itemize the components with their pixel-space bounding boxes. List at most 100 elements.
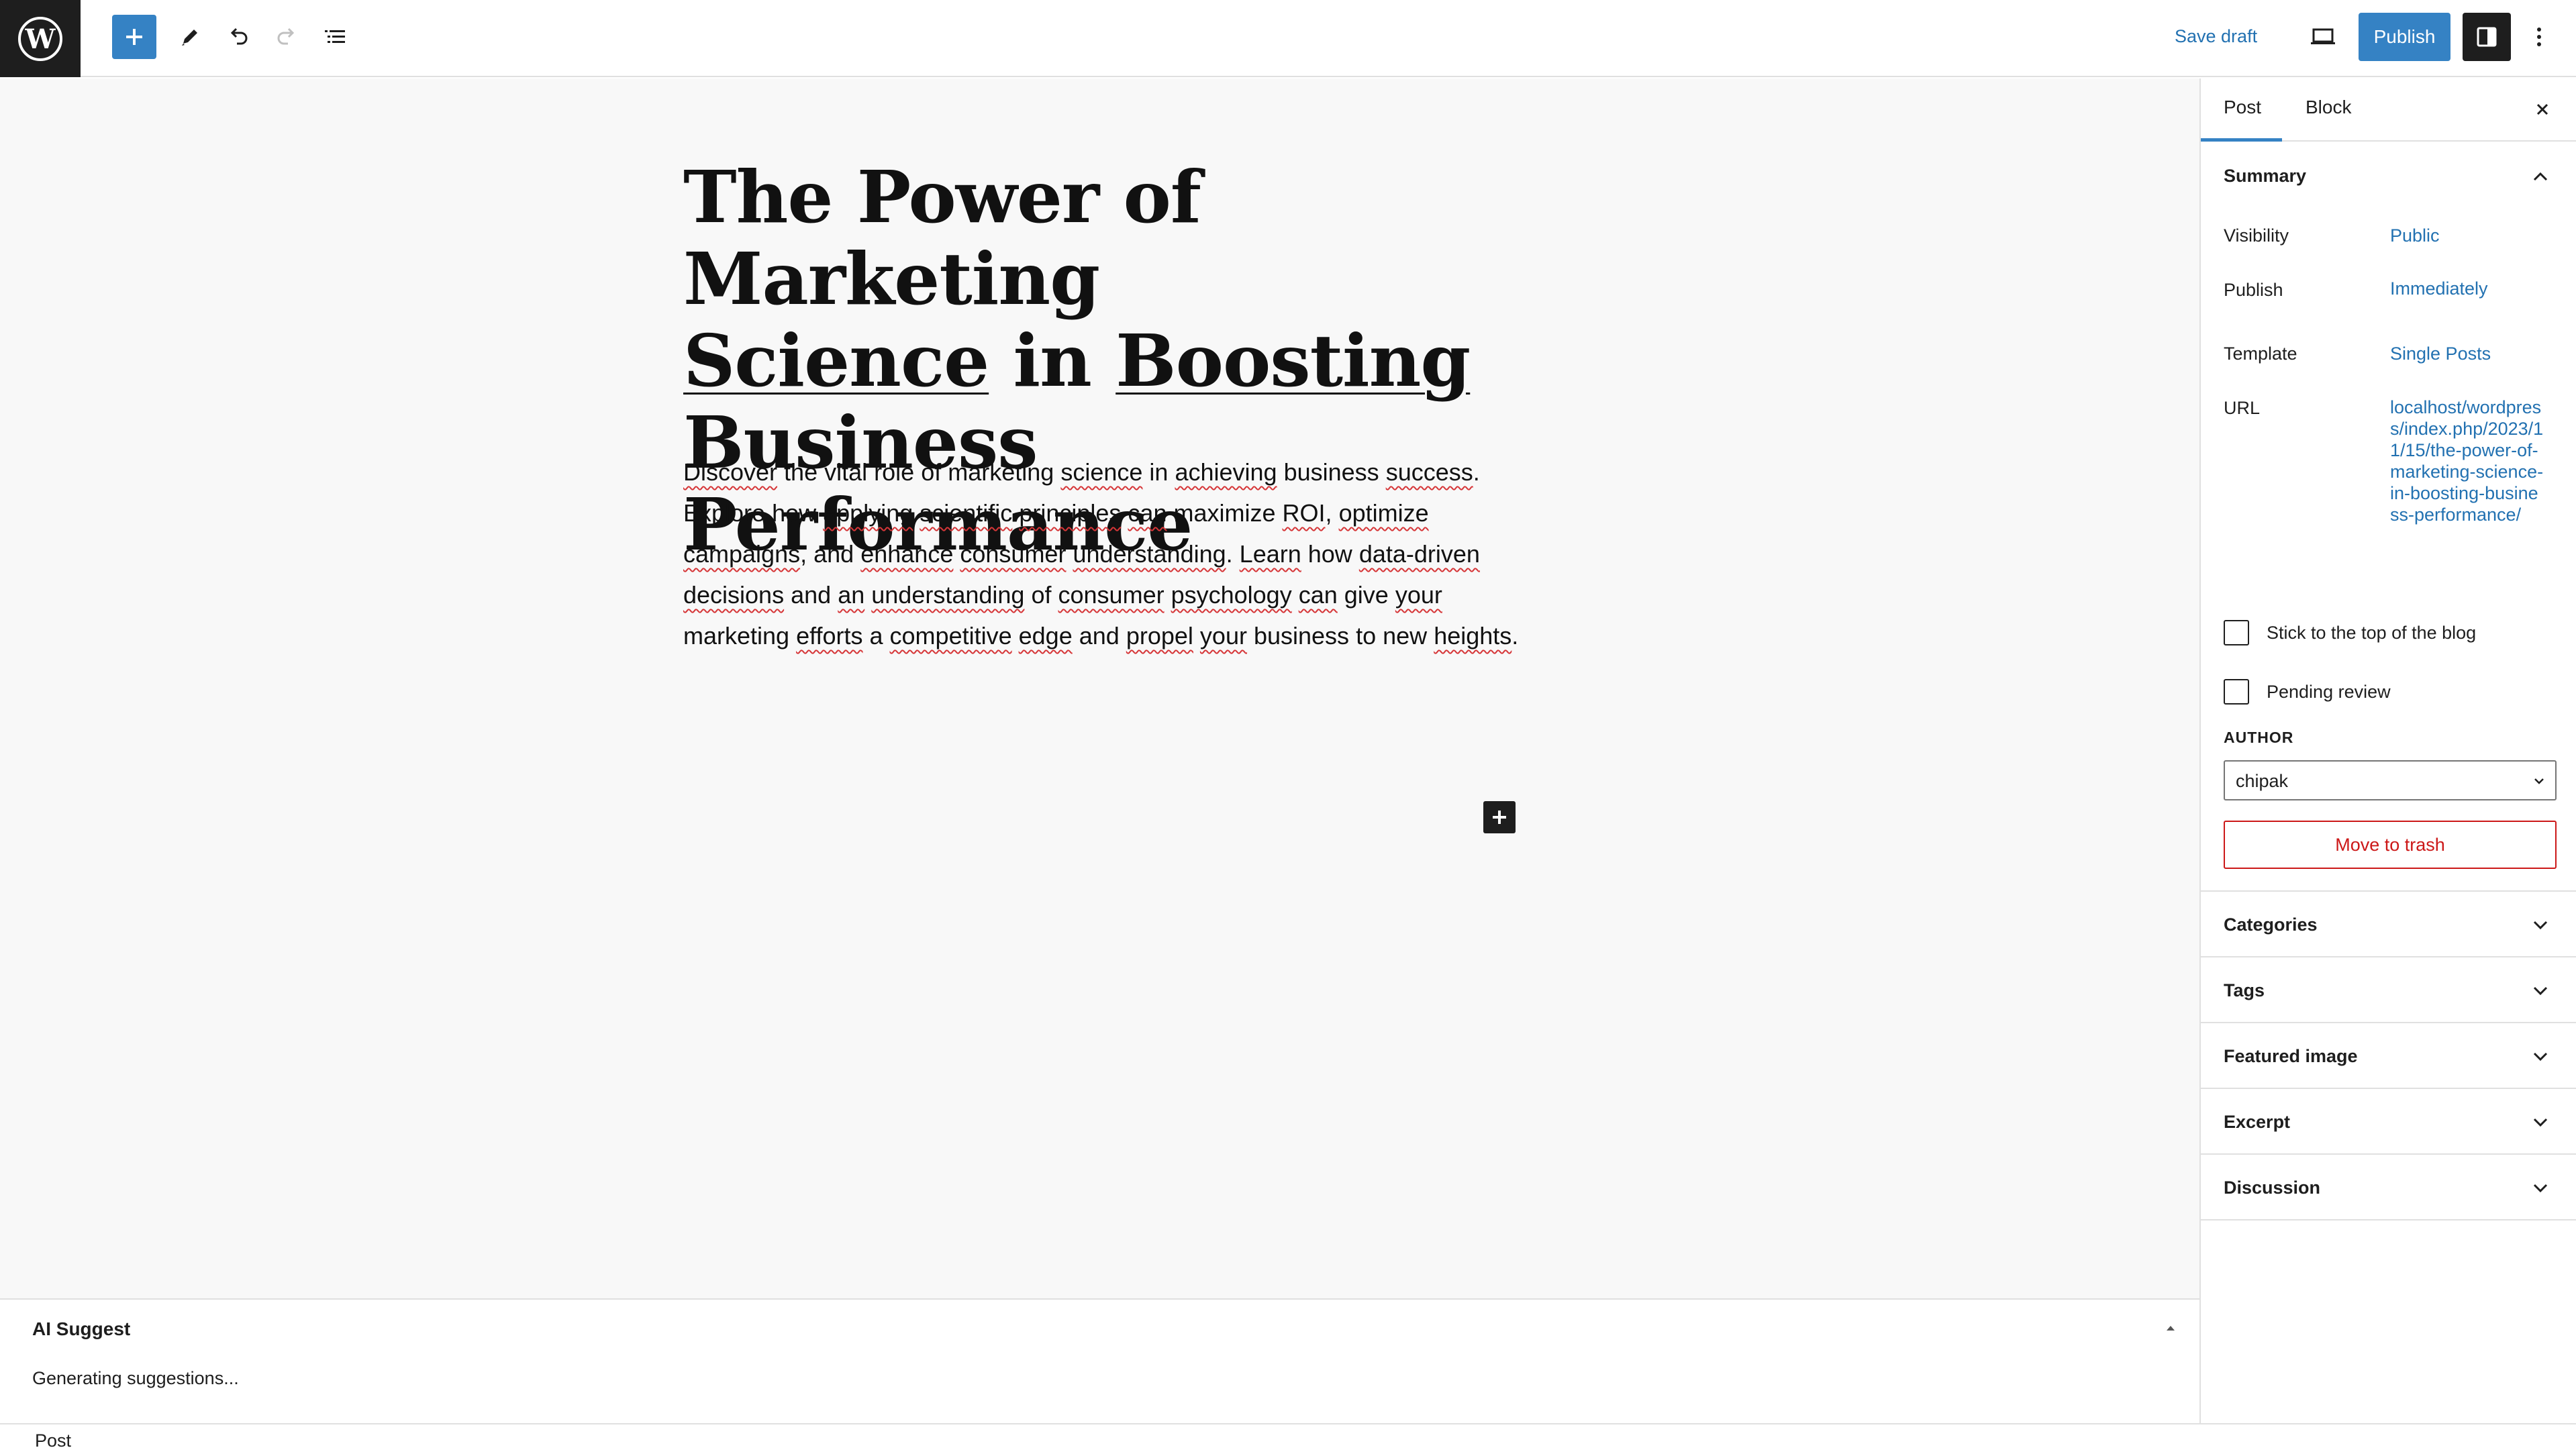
featured-image-title: Featured image: [2224, 1046, 2358, 1066]
misspelled-word: understanding: [871, 581, 1025, 609]
wordpress-logo-icon: W: [18, 16, 62, 61]
misspelled-word: Discover: [683, 458, 778, 486]
publish-label: Publish: [2224, 280, 2283, 300]
misspelled-word: optimize: [1338, 499, 1429, 527]
chevron-down-icon: [2530, 1178, 2551, 1199]
undo-button[interactable]: [216, 15, 260, 59]
sticky-checkbox-row[interactable]: Stick to the top of the blog: [2224, 620, 2476, 645]
tab-post[interactable]: Post: [2200, 97, 2283, 142]
misspelled-word: success: [1385, 458, 1473, 486]
plus-icon: [1493, 811, 1506, 824]
template-value[interactable]: Single Posts: [2390, 344, 2491, 364]
close-sidebar-button[interactable]: [2529, 96, 2556, 123]
paragraph-block[interactable]: Discover the vital role of marketing sci…: [683, 452, 1522, 656]
author-select[interactable]: chipak: [2224, 760, 2557, 800]
misspelled-word: Learn: [1239, 540, 1301, 568]
post-title-line: The Power of Marketing: [683, 157, 1509, 321]
misspelled-word: science: [1060, 458, 1143, 486]
summary-title: Summary: [2224, 166, 2307, 186]
misspelled-word: applying: [823, 499, 913, 527]
ai-suggest-status: Generating suggestions...: [32, 1368, 239, 1388]
document-overview-button[interactable]: [313, 15, 357, 59]
discussion-title: Discussion: [2224, 1178, 2321, 1198]
block-breadcrumb: Post: [0, 1423, 2576, 1456]
featured-image-panel-toggle[interactable]: Featured image: [2201, 1023, 2576, 1089]
title-word: Marketing: [683, 238, 1100, 321]
misspelled-word: competitive: [889, 622, 1012, 649]
post-title-line: Science in Boosting: [683, 321, 1509, 403]
tags-title: Tags: [2224, 980, 2265, 1000]
author-label: AUTHOR: [2224, 729, 2294, 746]
misspelled-word: your: [1395, 581, 1442, 609]
title-word: Power: [856, 156, 1100, 240]
tags-panel-toggle[interactable]: Tags: [2201, 957, 2576, 1023]
move-to-trash-button[interactable]: Move to trash: [2224, 821, 2557, 869]
publish-date-value[interactable]: Immediately: [2390, 278, 2488, 299]
chevron-down-icon: [2530, 1112, 2551, 1133]
misspelled-word: achieving: [1175, 458, 1277, 486]
preview-button[interactable]: [2301, 15, 2345, 59]
sticky-checkbox[interactable]: [2224, 620, 2249, 645]
more-vertical-icon: [2537, 28, 2541, 46]
chevron-down-icon: [2530, 915, 2551, 936]
sidebar-icon: [2477, 27, 2497, 47]
misspelled-word: propel: [1126, 622, 1193, 649]
settings-sidebar: Post Block Summary Visibility Public Pub…: [2199, 79, 2576, 1423]
misspelled-word: consumer: [960, 540, 1067, 568]
misspelled-word: can: [1128, 499, 1167, 527]
block-inserter-button[interactable]: [1483, 801, 1516, 833]
chevron-down-icon: [2530, 1046, 2551, 1068]
title-word: in: [1013, 319, 1091, 403]
excerpt-panel-toggle[interactable]: Excerpt: [2201, 1089, 2576, 1155]
sidebar-tabs: Post Block: [2200, 79, 2576, 142]
ai-suggest-toggle[interactable]: [2160, 1317, 2181, 1339]
misspelled-word: principles: [1019, 499, 1122, 527]
tab-block[interactable]: Block: [2306, 97, 2351, 118]
publish-button[interactable]: Publish: [2359, 13, 2450, 61]
title-word: Science: [683, 319, 989, 403]
misspelled-word: ROI: [1282, 499, 1326, 527]
visibility-value[interactable]: Public: [2390, 225, 2440, 246]
settings-button[interactable]: [2463, 13, 2511, 61]
misspelled-word: an: [838, 581, 865, 609]
misspelled-word: can: [1298, 581, 1338, 609]
misspelled-word: decisions: [683, 581, 785, 609]
misspelled-word: scientific: [920, 499, 1013, 527]
discussion-panel-toggle[interactable]: Discussion: [2201, 1155, 2576, 1220]
editor-canvas: The Power of Marketing Science in Boostin…: [0, 79, 2199, 1298]
misspelled-word: edge: [1018, 622, 1073, 649]
tools-button[interactable]: [168, 15, 212, 59]
title-word: The: [683, 156, 833, 240]
close-icon: [2536, 103, 2548, 115]
pending-review-checkbox[interactable]: [2224, 679, 2249, 705]
options-button[interactable]: [2517, 15, 2561, 59]
svg-text:W: W: [25, 23, 56, 55]
misspelled-word: understanding: [1073, 540, 1226, 568]
misspelled-word: heights: [1434, 622, 1512, 649]
sticky-checkbox-label: Stick to the top of the blog: [2267, 622, 2477, 643]
misspelled-word: data-driven: [1358, 540, 1480, 568]
url-label: URL: [2224, 398, 2261, 418]
title-word: Boosting: [1116, 319, 1471, 403]
redo-button[interactable]: [264, 15, 309, 59]
categories-panel-toggle[interactable]: Categories: [2201, 892, 2576, 957]
ai-suggest-panel: AI Suggest Generating suggestions...: [0, 1298, 2199, 1423]
misspelled-word: campaigns: [683, 540, 801, 568]
url-value[interactable]: localhost/wordpress/index.php/2023/11/15…: [2390, 397, 2546, 525]
ai-suggest-title: AI Suggest: [32, 1318, 131, 1339]
undo-icon: [230, 28, 248, 45]
wordpress-logo-button[interactable]: W: [0, 0, 81, 77]
excerpt-title: Excerpt: [2224, 1112, 2291, 1132]
add-block-button[interactable]: [112, 15, 156, 59]
author-select-value: chipak: [2236, 771, 2289, 791]
pending-review-checkbox-row[interactable]: Pending review: [2224, 679, 2391, 705]
pending-review-checkbox-label: Pending review: [2267, 681, 2391, 702]
summary-panel-toggle[interactable]: Summary: [2201, 143, 2576, 209]
chevron-down-icon: [2530, 980, 2551, 1002]
save-draft-button[interactable]: Save draft: [2175, 23, 2257, 50]
misspelled-word: efforts: [796, 622, 863, 649]
breadcrumb-item-post[interactable]: Post: [35, 1431, 71, 1451]
categories-title: Categories: [2224, 915, 2318, 935]
misspelled-word: psychology: [1171, 581, 1292, 609]
pencil-icon: [182, 30, 197, 46]
